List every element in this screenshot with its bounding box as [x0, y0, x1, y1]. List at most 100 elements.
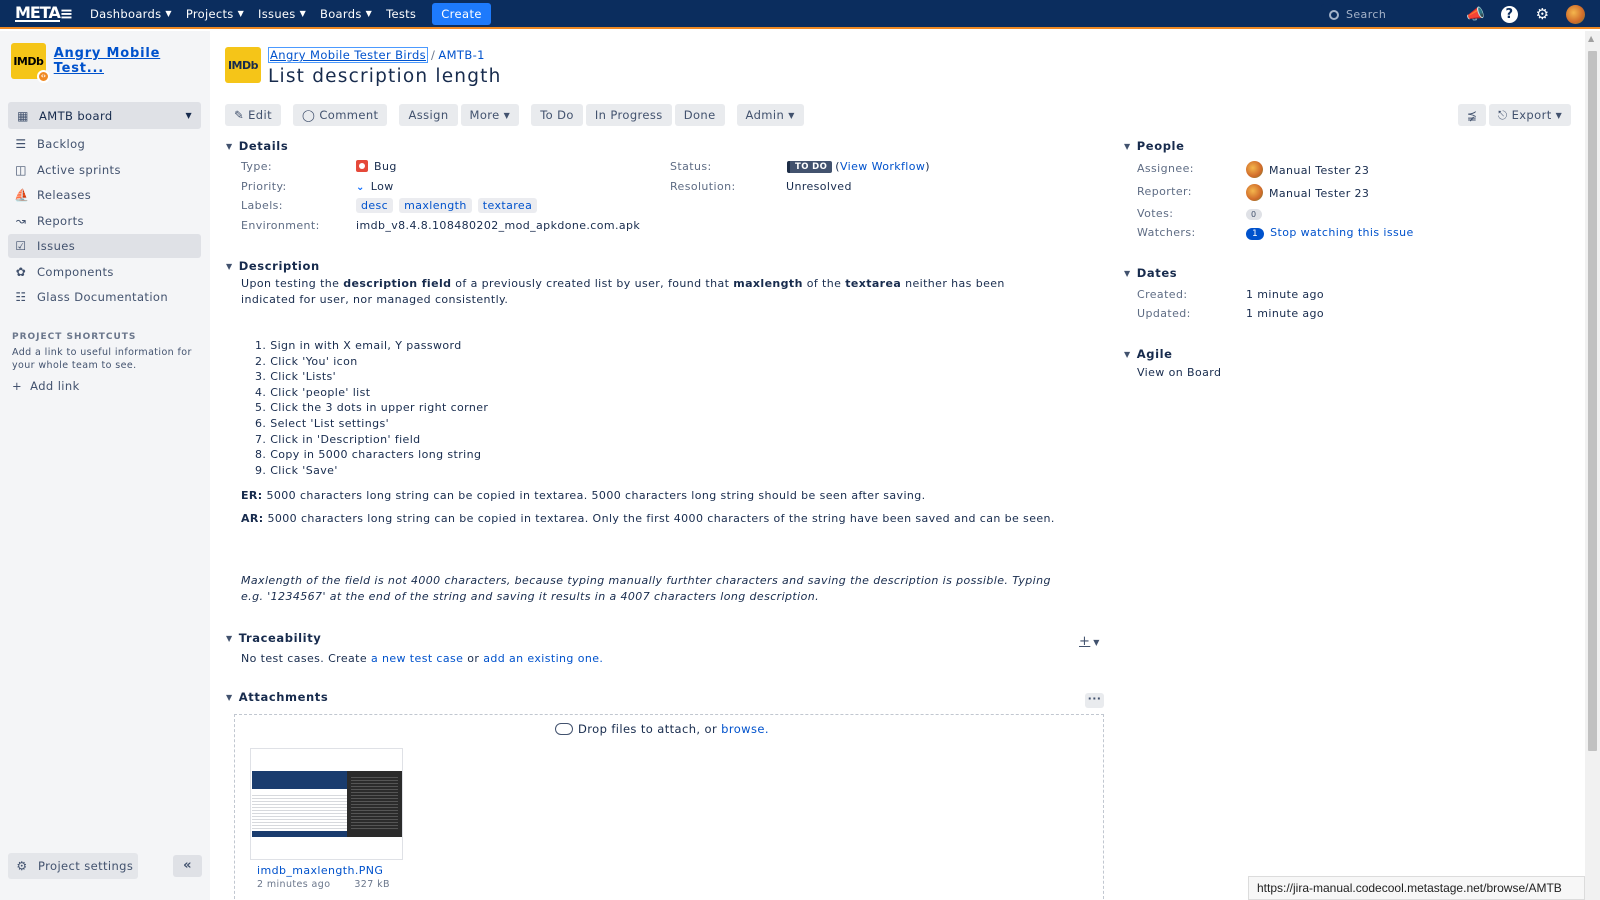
edit-button[interactable]: ✎ Edit	[225, 104, 281, 126]
done-transition-button[interactable]: Done	[674, 104, 725, 126]
sidebar-item-issues[interactable]: ☑ Issues	[8, 234, 201, 258]
view-on-board-link[interactable]: View on Board	[1137, 366, 1221, 379]
comment-icon: ◯	[301, 108, 316, 122]
scrollbar-thumb[interactable]	[1588, 51, 1597, 751]
votes-value[interactable]: 0	[1246, 207, 1262, 220]
details-section-toggle[interactable]: ▼ Details	[226, 139, 288, 153]
sidebar-item-backlog[interactable]: ☰ Backlog	[8, 132, 201, 156]
agile-section-toggle[interactable]: ▼ Agile	[1124, 347, 1173, 361]
traceability-section-toggle[interactable]: ▼ Traceability	[226, 631, 321, 645]
megaphone-icon[interactable]: 📣	[1466, 5, 1485, 24]
gear-icon[interactable]: ⚙	[1533, 5, 1552, 24]
attachment-thumbnail[interactable]	[250, 748, 403, 860]
people-section-toggle[interactable]: ▼ People	[1124, 139, 1184, 153]
add-existing-test-link[interactable]: add an existing one.	[483, 652, 603, 665]
board-selector[interactable]: ▦ AMTB board ▼	[8, 102, 201, 129]
assignee-label: Assignee:	[1137, 162, 1194, 175]
project-avatar: IMDb ‹›	[11, 43, 50, 83]
new-test-case-link[interactable]: a new test case	[371, 652, 463, 665]
admin-button[interactable]: Admin ▼	[736, 104, 804, 126]
help-icon[interactable]: ?	[1501, 6, 1518, 23]
label-tag[interactable]: maxlength	[399, 198, 472, 213]
nav-boards[interactable]: Boards ▼	[320, 3, 372, 25]
description-section-toggle[interactable]: ▼ Description	[226, 259, 320, 273]
more-button[interactable]: More ▼	[460, 104, 520, 126]
assignee-value[interactable]: Manual Tester 23	[1246, 161, 1369, 178]
chevron-down-icon: ▼	[226, 141, 233, 151]
search-icon	[1329, 9, 1339, 20]
todo-transition-button[interactable]: To Do	[531, 104, 583, 126]
board-icon: ▦	[17, 108, 29, 123]
nav-dashboards[interactable]: Dashboards ▼	[90, 3, 172, 25]
search-input[interactable]: Search	[1321, 4, 1451, 25]
view-workflow-link[interactable]: View Workflow	[840, 160, 925, 173]
sidebar-item-active-sprints[interactable]: ◫ Active sprints	[8, 158, 201, 182]
watchers-label: Watchers:	[1137, 226, 1196, 239]
collapse-sidebar-button[interactable]: «	[173, 855, 202, 877]
chevron-down-icon: ▼	[185, 111, 192, 120]
scroll-up-arrow-icon[interactable]: ▲	[1588, 34, 1595, 43]
top-navigation-bar: META ≡ Dashboards ▼ Projects ▼ Issues ▼ Boar…	[0, 0, 1600, 29]
backlog-icon: ☰	[15, 137, 27, 151]
attachments-more-button[interactable]: ···	[1085, 693, 1104, 708]
chevron-down-icon: ▼	[1093, 638, 1100, 647]
list-item: 9. Click 'Save'	[255, 463, 338, 477]
share-icon: ⪵	[1466, 108, 1478, 122]
attachment-meta: 2 minutes ago 327 kB	[257, 879, 390, 890]
chevron-down-icon: ▼	[1555, 110, 1563, 120]
sidebar-item-releases[interactable]: ⛵ Releases	[8, 183, 201, 207]
list-item: 2. Click 'You' icon	[255, 354, 358, 368]
project-settings-button[interactable]: ⚙ Project settings	[8, 853, 138, 879]
sidebar-item-reports[interactable]: ↝ Reports	[8, 209, 201, 233]
chevron-down-icon: ▼	[226, 633, 233, 643]
browse-link[interactable]: browse.	[721, 722, 769, 736]
breadcrumb-issue-key-link[interactable]: AMTB-1	[438, 48, 485, 62]
label-tag[interactable]: desc	[356, 198, 394, 213]
sidebar-item-components[interactable]: ✿ Components	[8, 260, 201, 284]
in-progress-transition-button[interactable]: In Progress	[585, 104, 672, 126]
add-trace-button[interactable]: + ▼	[1079, 634, 1100, 649]
list-item: 3. Click 'Lists'	[255, 370, 337, 384]
dates-section-toggle[interactable]: ▼ Dates	[1124, 266, 1177, 280]
watchers-badge[interactable]: 1	[1246, 228, 1265, 240]
add-link-button[interactable]: + Add link	[12, 379, 80, 393]
gear-icon: ⚙	[16, 859, 28, 873]
issue-toolbar: ✎ Edit ◯ Comment Assign More ▼ To Do In P…	[225, 104, 807, 126]
breadcrumb-project-link[interactable]: Angry Mobile Tester Birds	[268, 47, 429, 63]
share-button[interactable]: ⪵	[1458, 104, 1486, 126]
nav-issues[interactable]: Issues ▼	[258, 3, 306, 25]
ship-icon: ⛵	[14, 188, 30, 202]
ellipsis-icon: ···	[1087, 692, 1102, 705]
nav-projects[interactable]: Projects ▼	[186, 3, 244, 25]
votes-badge: 0	[1246, 209, 1262, 220]
reporter-label: Reporter:	[1137, 185, 1192, 198]
meta-logo[interactable]: META ≡	[15, 4, 73, 23]
environment-label: Environment:	[241, 219, 320, 232]
chevron-down-icon: ▼	[237, 9, 245, 18]
description-intro[interactable]: Upon testing the description field of a …	[241, 276, 1056, 308]
assign-button[interactable]: Assign	[399, 104, 458, 126]
resolution-value: Unresolved	[786, 180, 852, 193]
chevron-down-icon: ▼	[299, 9, 307, 18]
label-tag[interactable]: textarea	[477, 198, 538, 213]
attachment-file-link[interactable]: imdb_maxlength.PNG	[257, 864, 383, 877]
plus-icon: +	[12, 379, 23, 393]
export-button[interactable]: ⎋ Export ▼	[1489, 104, 1571, 126]
sidebar-item-glass-documentation[interactable]: ☷ Glass Documentation	[8, 285, 201, 309]
nav-tests[interactable]: Tests	[386, 3, 416, 25]
chevron-down-icon: ▼	[1124, 268, 1131, 278]
project-name-link[interactable]: Angry Mobile Test...	[54, 46, 210, 76]
issue-title[interactable]: List description length	[268, 66, 502, 87]
priority-value[interactable]: ⌄ Low	[356, 180, 394, 193]
type-value[interactable]: Bug	[356, 160, 397, 173]
chevron-down-icon: ▼	[788, 110, 795, 120]
attachments-section-toggle[interactable]: ▼ Attachments	[226, 690, 328, 704]
chevron-down-icon: ▼	[1124, 141, 1131, 151]
reporter-value[interactable]: Manual Tester 23	[1246, 184, 1369, 201]
updated-value: 1 minute ago	[1246, 307, 1325, 320]
comment-button[interactable]: ◯ Comment	[292, 104, 388, 126]
stop-watching-link[interactable]: Stop watching this issue	[1270, 226, 1414, 239]
user-avatar[interactable]	[1566, 5, 1585, 24]
chevron-down-icon: ▼	[226, 261, 233, 271]
create-button[interactable]: Create	[432, 2, 491, 25]
